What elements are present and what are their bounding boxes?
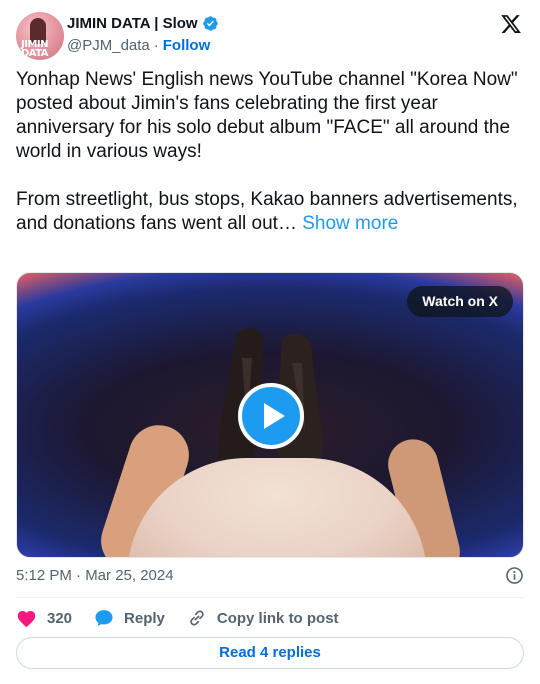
post-actions: 320 Reply Copy link to post: [16, 606, 361, 630]
info-icon[interactable]: [505, 566, 524, 585]
author-handle[interactable]: @PJM_data: [67, 37, 150, 54]
post-paragraph-2-text: From streetlight, bus stops, Kakao banne…: [16, 189, 518, 234]
verified-badge-icon: [202, 16, 218, 31]
author-display-name[interactable]: JIMIN DATA | Slow: [67, 15, 198, 32]
reply-button[interactable]: Reply: [94, 608, 165, 628]
play-icon: [264, 403, 285, 429]
speech-bubble-icon: [95, 610, 113, 626]
post-paragraph-2: From streetlight, bus stops, Kakao banne…: [16, 188, 524, 236]
avatar-logo-text: JIMIN DATA: [21, 39, 49, 59]
link-icon: [190, 610, 204, 626]
author-name-row[interactable]: JIMIN DATA | Slow: [67, 15, 219, 32]
follow-link[interactable]: Follow: [163, 37, 211, 54]
like-button[interactable]: 320: [16, 608, 72, 628]
copy-link-label: Copy link to post: [216, 609, 339, 627]
embedded-post-card: JIMIN DATA JIMIN DATA | Slow @PJM_data · Fo…: [0, 0, 540, 684]
handle-separator: ·: [153, 37, 159, 54]
avatar[interactable]: JIMIN DATA: [16, 12, 64, 60]
watch-on-x-button[interactable]: Watch on X: [407, 286, 513, 317]
heart-icon: [17, 611, 36, 628]
video-thumbnail[interactable]: Watch on X: [16, 272, 524, 558]
author-handle-row: @PJM_data · Follow: [67, 37, 210, 54]
post-timestamp[interactable]: 5:12 PM · Mar 25, 2024: [16, 567, 174, 584]
copy-link-button[interactable]: Copy link to post: [187, 608, 339, 628]
footer-divider: [16, 597, 524, 598]
x-logo-icon[interactable]: [500, 13, 522, 35]
show-more-link[interactable]: Show more: [302, 213, 398, 234]
read-replies-button[interactable]: Read 4 replies: [16, 637, 524, 669]
play-button[interactable]: [238, 383, 304, 449]
post-text: Yonhap News' English news YouTube channe…: [16, 68, 524, 236]
reply-label: Reply: [124, 609, 165, 627]
post-paragraph-1: Yonhap News' English news YouTube channe…: [16, 69, 518, 162]
like-count: 320: [47, 609, 73, 627]
